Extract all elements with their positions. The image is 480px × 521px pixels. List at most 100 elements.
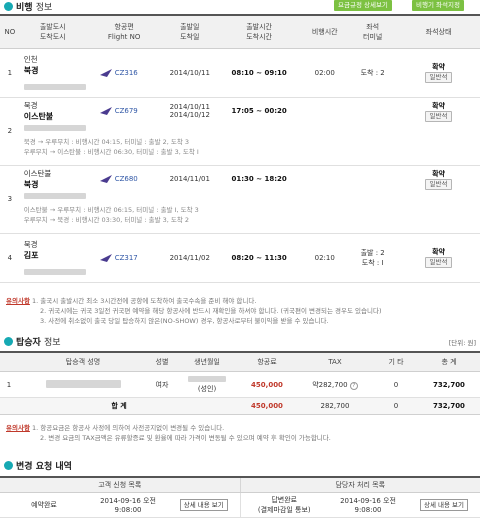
staff-date: 2014-09-16 오전 9:08:00 [328,492,408,518]
flight-terminal [348,165,397,193]
flight-section-header: 비행 정보 [0,0,52,13]
flight-via-cell: 이스탄불 → 우루무치 : 비행시간 06:15, 터미널 : 출발 I, 도착… [19,193,480,234]
staff-detail-cell: 상세 내용 보기 [408,492,480,518]
col-tax: TAX [296,351,374,372]
totals-label: 합 계 [0,397,238,415]
airline-logo-icon [99,68,112,77]
seat-class-badge: 일반석 [424,110,453,122]
totals-etc: 0 [374,397,418,415]
change-row: 예약완료 2014-09-16 오전 9:08:00 상세 내용 보기 답변완료(… [0,492,480,518]
unit-label: [단위: 원] [448,339,476,347]
col-total: 총 계 [418,351,480,372]
flight-status: 확약 일반석 [397,48,480,98]
passenger-tax: 약282,700 ? [296,371,374,398]
col-gender: 성별 [148,351,176,372]
flight-dates: 2014/10/11 [162,48,218,98]
flight-time: 01:30 ~ 18:20 [231,175,287,184]
col-etc: 기 타 [374,351,418,372]
flight-row: 2 북경 이스탄불 CZ679 2014/10/11 2014/10/12 17:0… [0,97,480,166]
totals-fare: 450,000 [238,397,296,415]
fare-rules-button[interactable]: 요금규정 상세보기 [334,0,392,11]
passenger-total: 732,700 [418,371,480,398]
passenger-no: 1 [0,371,18,398]
flight-time: 08:20 ~ 11:30 [217,233,302,283]
totals-tax: 282,700 [296,397,374,415]
flight-number: CZ679 [86,97,163,125]
flight-duration: 02:10 [301,233,349,283]
col-terminal: 좌석 터미널 [348,14,398,49]
airline-logo-icon [99,107,112,116]
col-city: 출발도시 도착도시 [19,14,86,49]
customer-status: 예약완료 [0,492,88,518]
col-duration: 비행시간 [301,14,349,49]
flight-dates: 2014/11/02 [162,233,218,283]
flight-status: 확약 일반석 [397,165,480,193]
passenger-gender: 여자 [148,371,176,398]
seat-class-badge: 일반석 [424,257,453,268]
flight-cities: 북경 김포 [19,233,86,283]
passenger-section-title: 탑승자 정보 [16,338,61,348]
via-line: 우루무치 → 북경 : 비행시간 03:30, 터미널 : 출발 3, 도착 2 [23,216,190,224]
flight-status: 확약 일반석 [397,97,480,125]
notice-line: 2. 변경 요금의 TAX금액은 유류할증료 및 환율에 따라 가격이 변동될 … [40,434,331,442]
section-bullet-icon [4,2,13,11]
staff-status: 답변완료 (결제마감일 통보) [240,492,328,518]
flight-duration: 02:00 [301,48,349,98]
flight-dates: 2014/10/11 2014/10/12 [169,103,210,120]
passenger-name [18,371,148,398]
help-icon[interactable]: ? [349,381,358,390]
seat-selection-button[interactable]: 비행기 좌석지정 [412,0,464,11]
change-request-table: 고객 신청 목록 담당자 처리 목록 예약완료 2014-09-16 오전 9:0… [0,476,480,518]
totals-row: 합 계 450,000 282,700 0 732,700 [0,397,480,415]
passenger-fare: 450,000 [238,371,296,398]
col-flight: 항공편 Flight NO [85,14,163,49]
flight-terminal: 도착 : 2 [348,48,398,98]
section-bullet-icon [4,337,13,346]
col-fare: 항공료 [238,351,296,372]
passenger-table: 탑승객 성명 성별 생년월일 항공료 TAX 기 타 총 계 1 여자 (성인)… [0,351,480,415]
via-line: 우루무치 → 이스탄불 : 비행시간 06:30, 터미널 : 출발 3, 도착… [23,148,199,156]
flight-terminal [348,97,397,125]
seat-class-badge: 일반석 [424,178,453,190]
flight-table: NO 출발도시 도착도시 항공편 Flight NO 출발일 도착일 출발시간 도착시간… [0,14,480,283]
flight-number: CZ317 [85,233,163,283]
col-no: NO [0,14,20,49]
airline-logo-icon [99,253,112,262]
notice-label: 유의사항 [6,297,30,305]
flight-terminal: 출발 : 2 도착 : I [348,233,398,283]
col-time: 출발시간 도착시간 [217,14,302,49]
change-section-header: 변경 요청 내역 [0,459,72,472]
passenger-birth: (성인) [176,371,238,398]
notice-line: 1. 항공요금은 항공사 사정에 의하여 사전공지없이 변경될 수 있습니다. [32,424,225,432]
flight-duration [301,165,348,193]
fare-notice: 유의사항 1. 항공요금은 항공사 사정에 의하여 사전공지없이 변경될 수 있… [6,423,476,443]
flight-no: 1 [0,48,20,98]
staff-detail-button[interactable]: 상세 내용 보기 [419,499,468,511]
section-bullet-icon [4,461,13,470]
passenger-row: 1 여자 (성인) 450,000 약282,700 ? 0 732,700 [0,371,480,398]
customer-date: 2014-09-16 오전 9:08:00 [88,492,168,518]
seat-class-badge: 일반석 [424,72,453,83]
col-customer-requests: 고객 신청 목록 [0,476,241,493]
flight-duration [301,97,348,125]
via-line: 이스탄불 → 우루무치 : 비행시간 06:15, 터미널 : 출발 I, 도착… [23,206,199,214]
airline-logo-icon [99,175,112,184]
flight-cities: 인천 북경 [19,48,86,98]
flight-number: CZ680 [86,165,163,193]
flight-cities: 북경 이스탄불 [23,101,54,122]
flight-section-title: 비행 정보 [16,3,53,13]
totals-total: 732,700 [418,397,480,415]
flight-time: 17:05 ~ 00:20 [231,107,287,116]
col-seat-status: 좌석상태 [397,14,480,49]
col-date: 출발일 도착일 [162,14,218,49]
flight-row: 4 북경 김포 CZ317 2014/11/02 08:20 ~ 11:30 02… [0,233,480,283]
flight-notice: 유의사항 1. 출국시 출발시간 최소 3시간전에 공항에 도착하여 출국수속을… [6,296,476,326]
flight-number: CZ316 [85,48,163,98]
flight-cities: 이스탄불 북경 [23,169,52,190]
notice-label: 유의사항 [6,424,30,432]
col-birth: 생년월일 [176,351,238,372]
col-passenger-name: 탑승객 성명 [18,351,148,372]
customer-detail-button[interactable]: 상세 내용 보기 [179,499,228,511]
change-section-title: 변경 요청 내역 [16,462,72,472]
flight-dates: 2014/11/01 [169,175,210,184]
